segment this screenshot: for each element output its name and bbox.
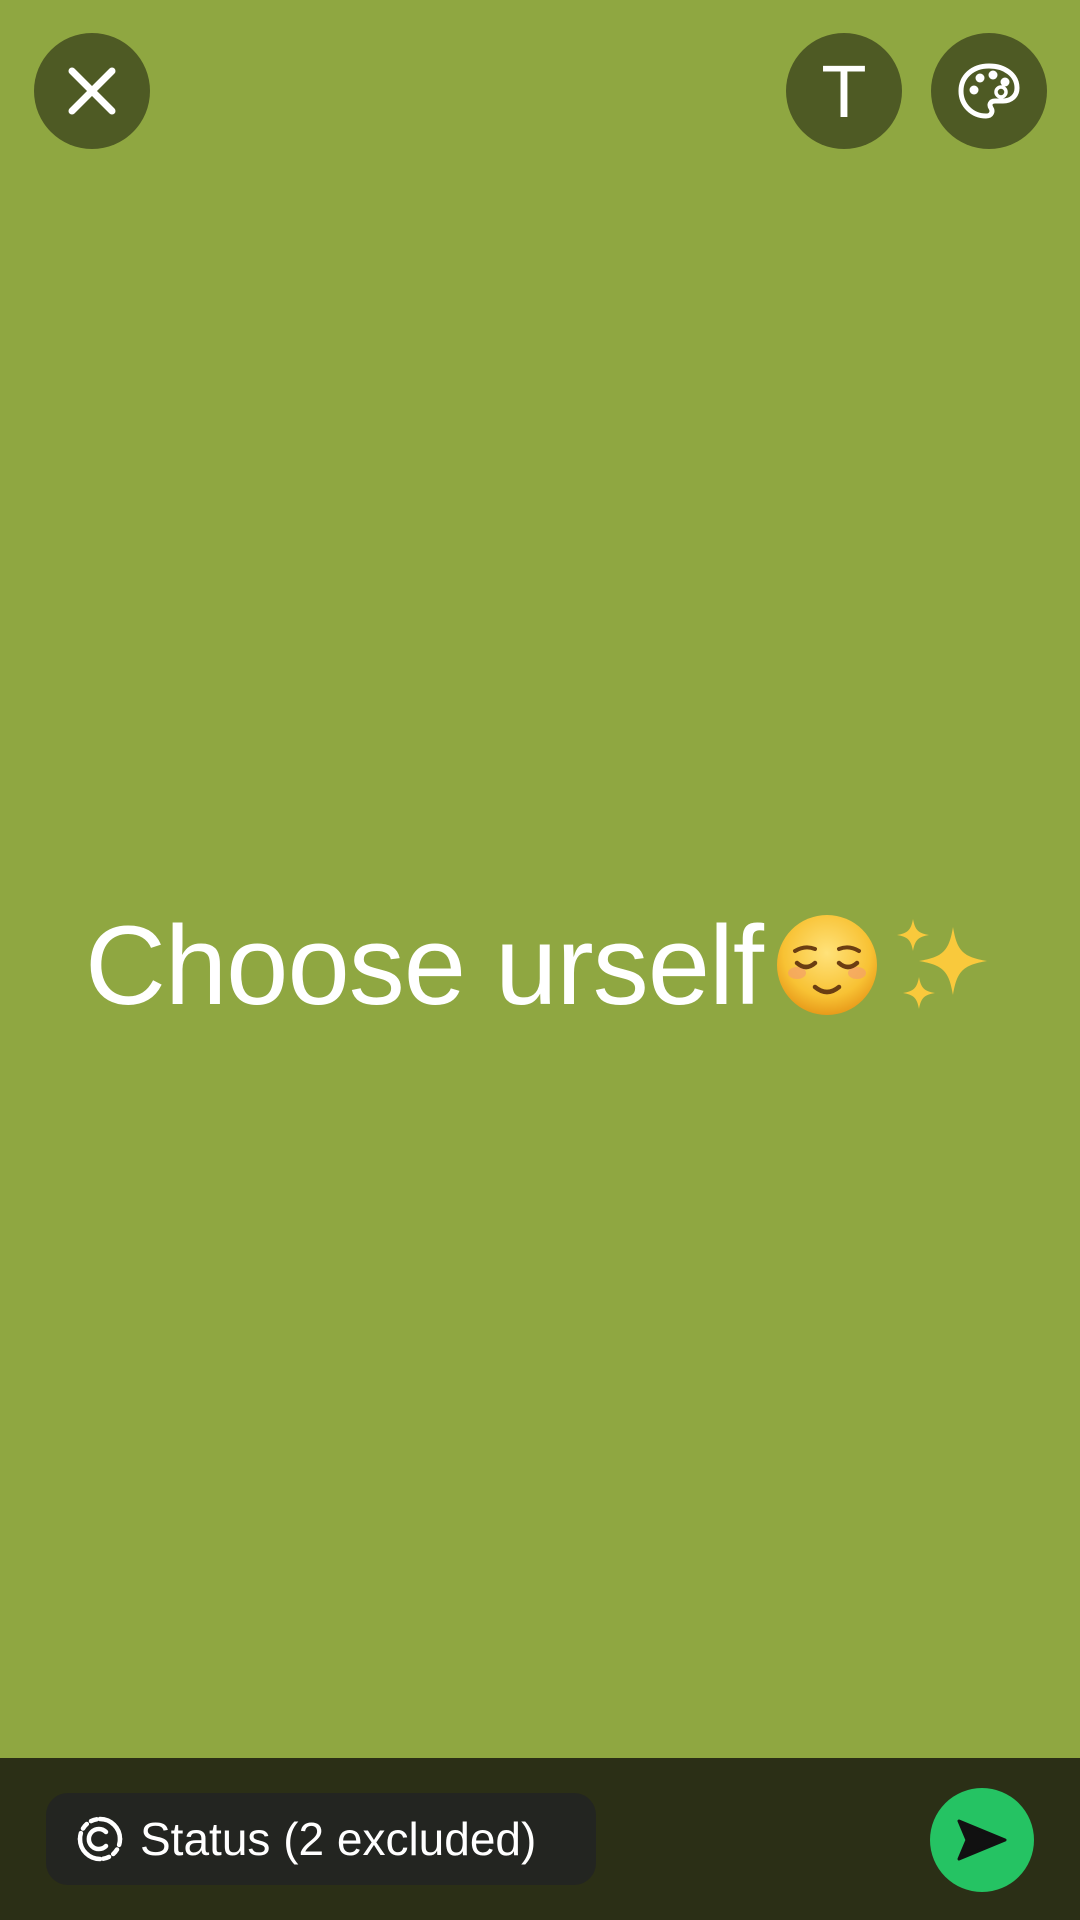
status-text-content: Choose urself — [84, 902, 764, 1028]
relieved-face-emoji — [775, 913, 879, 1017]
status-audience-label: Status (2 excluded) — [140, 1813, 537, 1865]
status-editor-screen: T Choose urself Status (2 excluded) — [0, 0, 1080, 1920]
bottom-bar: Status (2 excluded) — [0, 1758, 1080, 1920]
status-text: Choose urself — [85, 901, 995, 1030]
palette-icon — [958, 63, 1020, 119]
text-t-icon: T — [821, 50, 867, 133]
status-ring-icon — [77, 1816, 123, 1862]
status-text-canvas[interactable]: Choose urself — [0, 900, 1080, 1030]
text-style-button[interactable]: T — [786, 33, 902, 149]
send-icon — [957, 1819, 1007, 1861]
close-button[interactable] — [34, 33, 150, 149]
close-icon — [68, 67, 116, 115]
background-color-button[interactable] — [931, 33, 1047, 149]
sparkles-emoji — [891, 913, 995, 1017]
send-button[interactable] — [930, 1788, 1034, 1892]
status-audience-button[interactable]: Status (2 excluded) — [46, 1793, 596, 1885]
